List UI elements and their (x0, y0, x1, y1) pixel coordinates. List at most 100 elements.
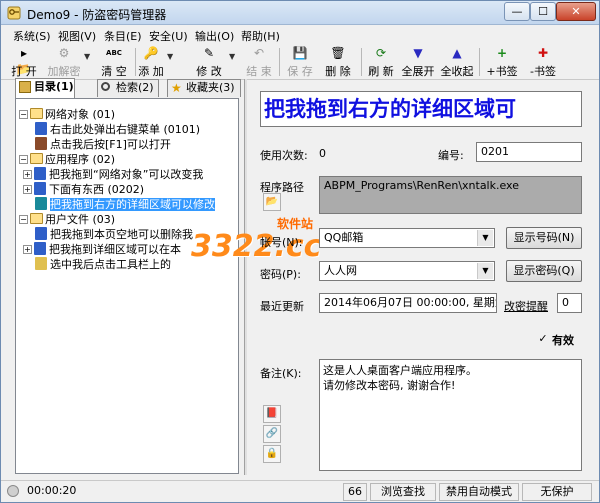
status-bar: 00:00:20 66 浏览查找 禁用自动模式 无保护 (1, 480, 599, 502)
star-icon: ★ (171, 81, 182, 95)
menu-bar: 系统(S) 视图(V) 条目(E) 安全(U) 输出(O) 帮助(H) (1, 25, 599, 44)
show-password-button[interactable]: 显示密码(Q) (506, 260, 582, 282)
entry-title[interactable]: 把我拖到右方的详细区域可 (260, 91, 582, 127)
crypt-dropdown-icon[interactable]: ▼ (84, 52, 90, 61)
expand-toggle-icon[interactable]: + (23, 170, 32, 179)
edit-pen-icon: ✎ (203, 46, 215, 60)
tree-item[interactable]: 选中我后点击工具栏上的 (35, 256, 171, 271)
document-icon (35, 227, 47, 240)
protection-status[interactable]: 无保护 (522, 483, 592, 501)
toolbar-separator (361, 48, 362, 76)
save-disk-icon: 💾 (292, 46, 308, 60)
tab-directory[interactable]: 目录(1) (15, 78, 75, 98)
add-dropdown-icon[interactable]: ▼ (167, 52, 173, 61)
tab-favorites[interactable]: ★ 收藏夹(3) (167, 79, 241, 97)
account-combo[interactable]: QQ邮箱 ▼ (319, 228, 495, 248)
tree-group-network[interactable]: − 网络对象 (01) (19, 106, 115, 121)
minimize-button[interactable]: — (504, 2, 530, 21)
collapse-all-button[interactable]: ▲ 全收起 (438, 45, 476, 79)
link-icon[interactable]: 🔗 (263, 425, 281, 443)
password-label: 密码(P): (260, 268, 301, 281)
tab-search[interactable]: 检索(2) (97, 79, 159, 97)
menu-security[interactable]: 安全(U) (149, 28, 188, 44)
chevron-down-icon[interactable]: ▼ (477, 230, 493, 246)
directory-tree[interactable]: − 网络对象 (01) 右击此处弹出右键菜单 (0101) 点击我后按[F1]可以… (15, 98, 239, 474)
folder-icon (30, 153, 43, 164)
app-key-icon (7, 6, 21, 20)
folder-icon (30, 108, 43, 119)
expand-all-button[interactable]: ▼ 全展开 (399, 45, 437, 79)
end-button[interactable]: ↶ 结 束 (241, 45, 277, 79)
menu-entry[interactable]: 条目(E) (104, 28, 142, 44)
menu-output[interactable]: 输出(O) (195, 28, 234, 44)
open-button[interactable]: ▸📂 打 开 (5, 45, 43, 79)
note-label: 备注(K): (260, 367, 302, 380)
minus-icon: ✚ (537, 46, 549, 60)
close-button[interactable]: ✕ (556, 2, 596, 21)
remove-bookmark-button[interactable]: ✚ -书签 (523, 45, 563, 79)
window-title: Demo9 - 防盗密码管理器 (27, 8, 167, 22)
toolbar-separator (479, 48, 480, 76)
plus-icon: + (496, 46, 508, 60)
password-combo[interactable]: 人人网 ▼ (319, 261, 495, 281)
folder-icon (30, 213, 43, 224)
password-reminder-link[interactable]: 改密提醒 (504, 298, 548, 314)
lock-icon (35, 257, 47, 270)
open-folder-icon: ▸📂 (16, 46, 32, 76)
document-icon (35, 197, 47, 210)
collapse-toggle-icon[interactable]: − (19, 155, 28, 164)
menu-view[interactable]: 视图(V) (58, 28, 96, 44)
maximize-button[interactable]: ☐ (530, 2, 556, 21)
menu-help[interactable]: 帮助(H) (241, 28, 280, 44)
delete-button[interactable]: 🗑 删 除 (318, 45, 358, 79)
tree-item[interactable]: + 把我拖到“网络对象”可以改变我 (23, 166, 203, 181)
toolbar-separator (135, 48, 136, 76)
title-bar[interactable]: Demo9 - 防盗密码管理器 — ☐ ✕ (1, 1, 599, 25)
toolbar: ▸📂 打 开 ⚙ 加解密 ▼ ABC 清 空 🔑 添 加 ▼ ✎ 修 改 ▼ ↶… (1, 44, 599, 80)
edit-dropdown-icon[interactable]: ▼ (229, 52, 235, 61)
auto-mode-status[interactable]: 禁用自动模式 (439, 483, 519, 501)
browse-mode-status[interactable]: 浏览查找 (370, 483, 436, 501)
tree-item[interactable]: 点击我后按[F1]可以打开 (35, 136, 171, 151)
tree-group-user-files[interactable]: − 用户文件 (03) (19, 211, 115, 226)
clear-button[interactable]: ABC 清 空 (95, 45, 133, 79)
panel-splitter[interactable] (244, 79, 247, 475)
note-textarea[interactable]: 这是人人桌面客户端应用程序。 请勿修改本密码, 谢谢合作! (319, 359, 582, 471)
program-path-field[interactable]: ABPM_Programs\RenRen\xntalk.exe (319, 176, 582, 214)
refresh-icon: ⟳ (375, 46, 387, 60)
collapse-toggle-icon[interactable]: − (19, 110, 28, 119)
expand-toggle-icon[interactable]: + (23, 245, 32, 254)
last-updated-label: 最近更新 (260, 300, 304, 313)
reminder-days-field[interactable]: 0 (557, 293, 582, 313)
gear-icon: ⚙ (58, 46, 70, 60)
crypt-button[interactable]: ⚙ 加解密 (45, 45, 83, 79)
tree-item[interactable]: + 把我拖到详细区域可以在本 (23, 241, 181, 256)
valid-checkbox[interactable]: ✓ (537, 333, 549, 345)
tree-group-applications[interactable]: − 应用程序 (02) (19, 151, 115, 166)
browse-folder-icon[interactable]: 📂 (263, 193, 281, 211)
tree-item-selected[interactable]: 把我拖到右方的详细区域可以修改 (35, 196, 215, 211)
expand-toggle-icon[interactable]: + (23, 185, 32, 194)
document-icon (34, 182, 46, 195)
show-account-button[interactable]: 显示号码(N) (506, 227, 582, 249)
attach-icon[interactable]: 📕 (263, 405, 281, 423)
document-icon (35, 137, 47, 150)
add-button[interactable]: 🔑 添 加 (138, 45, 164, 79)
chevron-down-icon[interactable]: ▼ (477, 263, 493, 279)
refresh-button[interactable]: ⟳ 刷 新 (364, 45, 398, 79)
last-updated-field[interactable]: 2014年06月07日 00:00:00, 星期六 (319, 293, 497, 313)
tree-item[interactable]: + 下面有东西 (0202) (23, 181, 144, 196)
menu-system[interactable]: 系统(S) (13, 28, 51, 44)
expand-all-icon: ▼ (413, 46, 423, 60)
add-bookmark-button[interactable]: + +书签 (482, 45, 522, 79)
save-button[interactable]: 💾 保 存 (283, 45, 317, 79)
tree-item[interactable]: 把我拖到本页空地可以删除我 (35, 226, 193, 241)
tree-item[interactable]: 右击此处弹出右键菜单 (0101) (35, 121, 200, 136)
lock-icon[interactable]: 🔒 (263, 445, 281, 463)
collapse-toggle-icon[interactable]: − (19, 215, 28, 224)
edit-button[interactable]: ✎ 修 改 (191, 45, 227, 79)
collapse-all-icon: ▲ (452, 46, 462, 60)
document-icon (35, 122, 47, 135)
id-label: 编号: (438, 149, 464, 162)
id-field[interactable]: 0201 (476, 142, 582, 162)
